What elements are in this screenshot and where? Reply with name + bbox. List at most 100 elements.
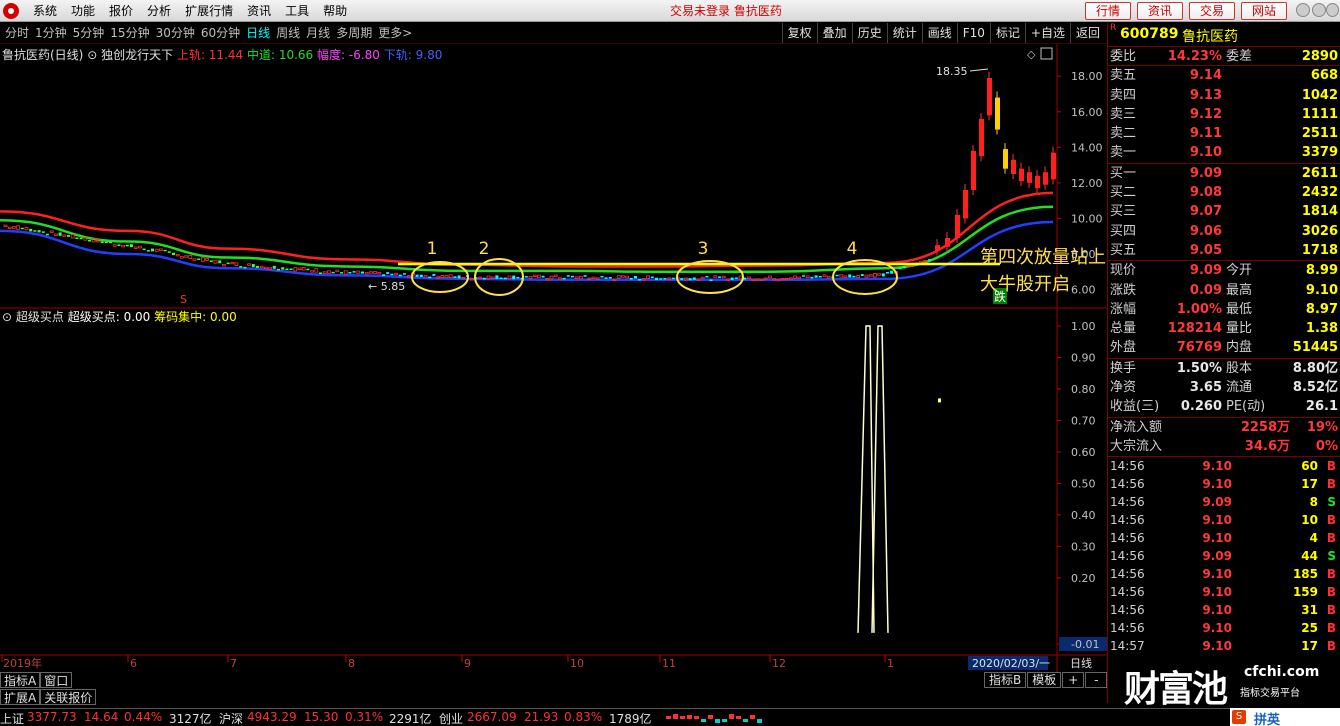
candle xyxy=(319,272,322,274)
toolbar-button-2[interactable]: 历史 xyxy=(851,23,887,43)
toolbar-button-4[interactable]: 画线 xyxy=(921,23,957,43)
toolbar-button-0[interactable]: 复权 xyxy=(781,23,817,43)
stat-label: 外盘 xyxy=(1110,340,1137,356)
tick-volume: 17 xyxy=(1301,639,1318,654)
tick-volume: 31 xyxy=(1301,603,1318,618)
tab-related-quote[interactable]: 关联报价 xyxy=(40,689,97,705)
candle xyxy=(54,233,58,236)
tab-template[interactable]: 模板 xyxy=(1027,672,1062,688)
stat-value: 128214 xyxy=(1167,321,1222,337)
weibi-label: 委比 xyxy=(1110,49,1137,64)
website-button[interactable]: 网站 xyxy=(1241,2,1287,20)
ask-price: 9.14 xyxy=(1189,68,1222,84)
candle xyxy=(528,276,533,279)
hs-percent: 0.31% xyxy=(345,710,384,724)
bid-volume: 1814 xyxy=(1301,204,1338,220)
period-tab-2[interactable]: 5分钟 xyxy=(70,23,108,44)
toolbar-button-7[interactable]: +自选 xyxy=(1024,23,1070,43)
news-button[interactable]: 资讯 xyxy=(1137,2,1183,20)
super-buy-value: 超级买点: 0.00 xyxy=(67,310,151,324)
tick-row: 14:56 9.10 60 B xyxy=(1108,457,1340,475)
candle xyxy=(621,275,625,278)
bid-price: 9.08 xyxy=(1189,185,1222,201)
candle xyxy=(415,274,419,277)
stock-code[interactable]: 600789 xyxy=(1120,26,1178,42)
close-icon[interactable] xyxy=(1326,3,1339,17)
quote-button[interactable]: 行情 xyxy=(1085,2,1131,20)
tick-volume: 159 xyxy=(1292,585,1318,600)
zoom-out-button[interactable]: - xyxy=(1085,672,1108,688)
period-tab-9[interactable]: 多周期 xyxy=(333,23,375,44)
y1-tick-label: 12.00 xyxy=(1071,177,1103,190)
tab-extension-a[interactable]: 扩展A xyxy=(0,689,41,705)
candle xyxy=(75,237,79,239)
sub-indicator-toggle-icon[interactable]: ⊙ xyxy=(2,310,12,324)
menu-item-function[interactable]: 功能 xyxy=(64,0,102,22)
candle xyxy=(58,232,62,236)
period-tab-6[interactable]: 日线 xyxy=(243,23,273,44)
extension-tabs: 扩展A 关联报价 xyxy=(0,689,97,706)
tick-row: 14:56 9.10 17 B xyxy=(1108,475,1340,493)
toolbar-button-8[interactable]: 返回 xyxy=(1069,23,1105,43)
candle xyxy=(1043,172,1048,185)
period-tab-5[interactable]: 60分钟 xyxy=(198,23,243,44)
high-price-arrow xyxy=(969,68,989,72)
sh-label: 上证 xyxy=(0,712,25,726)
period-tab-10[interactable]: 更多> xyxy=(375,23,415,44)
tick-volume: 8 xyxy=(1309,495,1318,510)
candle xyxy=(137,245,142,249)
period-tab-7[interactable]: 周线 xyxy=(273,23,303,44)
stock-name[interactable]: 鲁抗医药 xyxy=(1182,26,1238,46)
kline-chart[interactable]: 18.0016.0014.0012.0010.008.006.001.000.9… xyxy=(0,44,1107,672)
menu-item-quote[interactable]: 报价 xyxy=(102,0,140,22)
indicator-tabs: 指标A 窗口 xyxy=(0,672,1107,689)
candle xyxy=(121,244,125,248)
toolbar-button-1[interactable]: 叠加 xyxy=(816,23,852,43)
tab-indicator-a[interactable]: 指标A xyxy=(0,672,41,688)
candle xyxy=(382,274,385,276)
period-tab-3[interactable]: 15分钟 xyxy=(107,23,152,44)
menu-item-system[interactable]: 系统 xyxy=(26,0,64,22)
y2-tick-label: 0.30 xyxy=(1071,540,1096,553)
chart-indicator-toggle-icon[interactable]: ⊙ xyxy=(87,48,97,62)
period-tab-0[interactable]: 分时 xyxy=(2,23,32,44)
trade-button[interactable]: 交易 xyxy=(1189,2,1235,20)
toolbar-button-5[interactable]: F10 xyxy=(956,23,990,43)
pinying-input-indicator[interactable]: S 拼英 xyxy=(1230,708,1340,726)
candle xyxy=(822,274,827,277)
toolbar-button-6[interactable]: 标记 xyxy=(989,23,1025,43)
ask-label: 卖五 xyxy=(1110,68,1137,84)
stat-label: 总量 xyxy=(1110,321,1137,337)
minimize-icon[interactable] xyxy=(1296,3,1310,17)
menu-item-ext-market[interactable]: 扩展行情 xyxy=(178,0,240,22)
candle xyxy=(826,275,831,279)
bid-volume: 1718 xyxy=(1301,242,1338,258)
stat2-label: 净资 xyxy=(1110,380,1137,396)
menu-item-help[interactable]: 帮助 xyxy=(316,0,354,22)
bid-price: 9.05 xyxy=(1189,242,1222,258)
annotation-number-3: 3 xyxy=(698,239,709,259)
stat-value-2: 8.97 xyxy=(1305,301,1338,317)
sub-chart-header: ⊙ 超级买点 超级买点: 0.00 筹码集中: 0.00 xyxy=(2,308,237,325)
candle xyxy=(955,214,960,238)
sub-indicator-name[interactable]: 超级买点 xyxy=(16,310,64,324)
ask-volume: 2511 xyxy=(1301,126,1338,142)
y2-tick-label: 0.20 xyxy=(1071,572,1096,585)
chart-indicator-name[interactable]: 独创龙行天下 xyxy=(101,48,173,62)
period-tab-4[interactable]: 30分钟 xyxy=(153,23,198,44)
tab-window[interactable]: 窗口 xyxy=(40,672,73,688)
candle xyxy=(192,258,197,261)
menu-item-tools[interactable]: 工具 xyxy=(278,0,316,22)
menu-item-analysis[interactable]: 分析 xyxy=(140,0,178,22)
period-tab-1[interactable]: 1分钟 xyxy=(32,23,70,44)
candle xyxy=(16,225,21,230)
menu-item-news[interactable]: 资讯 xyxy=(240,0,278,22)
tick-price: 9.10 xyxy=(1202,585,1232,600)
bid-label: 买五 xyxy=(1110,242,1137,258)
tab-indicator-b[interactable]: 指标B xyxy=(984,672,1027,688)
toolbar-button-3[interactable]: 统计 xyxy=(886,23,922,43)
zoom-in-button[interactable]: + xyxy=(1062,672,1085,688)
period-tab-8[interactable]: 月线 xyxy=(303,23,333,44)
y2-tick-label: 0.70 xyxy=(1071,414,1096,427)
maximize-icon[interactable] xyxy=(1312,3,1326,17)
